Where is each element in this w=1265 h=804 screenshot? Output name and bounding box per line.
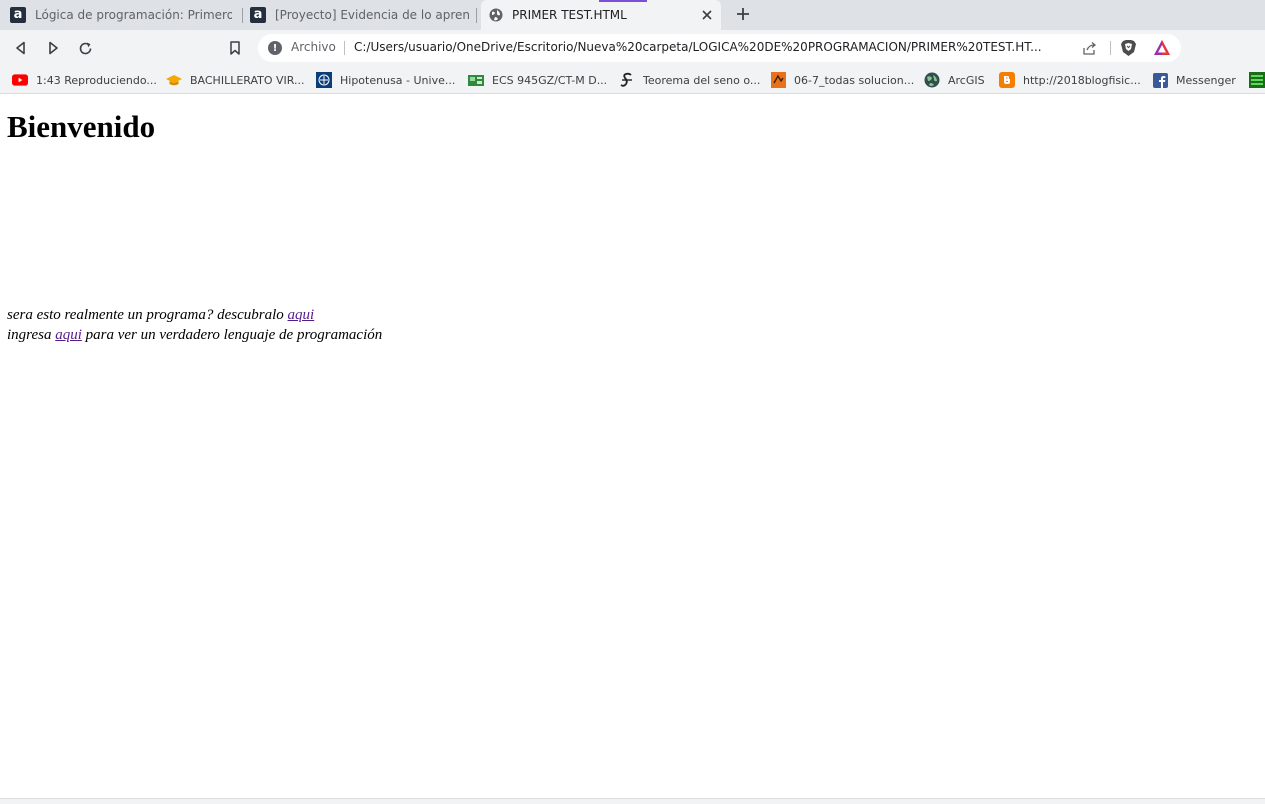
tab-media-indicator xyxy=(599,0,647,2)
text-line-1: sera esto realmente un programa? descubr… xyxy=(7,305,314,325)
bookmark-label: BACHILLERATO VIR... xyxy=(190,73,305,87)
url-text[interactable]: C:/Users/usuario/OneDrive/Escritorio/Nue… xyxy=(354,40,1072,54)
tab-separator xyxy=(476,8,477,23)
youtube-icon xyxy=(12,72,28,88)
blogger-icon xyxy=(999,72,1015,88)
tab-primer-test[interactable]: PRIMER TEST.HTML xyxy=(481,0,721,30)
motherboard-icon xyxy=(468,72,484,88)
bookmarks-bar: 1:43 Reproduciendo... BACHILLERATO VIR..… xyxy=(0,66,1265,94)
line2-after: para ver un verdadero lenguaje de progra… xyxy=(81,327,383,343)
new-tab-button[interactable] xyxy=(733,5,753,25)
share-icon[interactable] xyxy=(1082,40,1098,56)
page-heading: Bienvenido xyxy=(7,109,156,144)
facebook-icon xyxy=(1152,72,1168,88)
bookmark-hipotenusa[interactable]: Hipotenusa - Unive... xyxy=(316,72,455,88)
omnibox-separator xyxy=(344,41,345,55)
document-icon xyxy=(770,72,786,88)
line1-text: sera esto realmente un programa? descubr… xyxy=(7,307,288,323)
bookmark-youtube[interactable]: 1:43 Reproduciendo... xyxy=(12,72,157,88)
bookmark-icon xyxy=(230,41,240,55)
bookmark-ecs[interactable]: ECS 945GZ/CT-M D... xyxy=(468,72,607,88)
alura-a-icon: a xyxy=(250,7,266,23)
graduation-cap-icon xyxy=(166,72,182,88)
tab-label: Lógica de programación: Primeros pas xyxy=(35,8,232,22)
bookmark-button[interactable] xyxy=(225,38,245,58)
bookmark-label: 1:43 Reproduciendo... xyxy=(36,73,157,87)
reload-icon xyxy=(79,42,91,54)
omnibox-separator xyxy=(1110,41,1111,55)
forward-icon xyxy=(49,41,58,55)
alura-a-icon: a xyxy=(10,7,26,23)
bookmark-label: Hipotenusa - Unive... xyxy=(340,73,456,87)
plus-icon xyxy=(737,8,749,20)
tab-logica-programacion[interactable]: a Lógica de programación: Primeros pas xyxy=(2,0,240,30)
bookmark-arcgis[interactable]: ArcGIS xyxy=(924,72,985,88)
tab-proyecto-evidencia[interactable]: a [Proyecto] Evidencia de lo aprendido | xyxy=(242,0,478,30)
bookmark-blogfisica[interactable]: http://2018blogfisic... xyxy=(999,72,1141,88)
forward-button[interactable] xyxy=(43,38,63,58)
line2-before: ingresa xyxy=(7,327,56,343)
bookmark-bachillerato[interactable]: BACHILLERATO VIR... xyxy=(166,72,305,88)
tab-label: [Proyecto] Evidencia de lo aprendido | xyxy=(275,8,470,22)
back-button[interactable] xyxy=(11,38,31,58)
bookmark-label: Messenger xyxy=(1176,73,1236,87)
security-chip-label[interactable]: Archivo xyxy=(291,40,336,54)
browser-toolbar: ! Archivo C:/Users/usuario/OneDrive/Escr… xyxy=(0,30,1265,66)
address-bar[interactable]: ! Archivo C:/Users/usuario/OneDrive/Escr… xyxy=(258,34,1181,62)
text-line-2: ingresa aqui para ver un verdadero lengu… xyxy=(7,325,382,345)
bookmark-messenger[interactable]: Messenger xyxy=(1152,72,1236,88)
close-icon[interactable] xyxy=(699,7,715,23)
math-s-icon xyxy=(619,72,635,88)
reload-button[interactable] xyxy=(75,38,95,58)
bookmark-teorema[interactable]: Teorema del seno o... xyxy=(619,72,760,88)
bookmark-label: http://2018blogfisic... xyxy=(1023,73,1141,87)
bookmark-overflow[interactable] xyxy=(1249,72,1265,88)
bookmark-label: ArcGIS xyxy=(948,73,985,87)
bookmark-label: ECS 945GZ/CT-M D... xyxy=(492,73,608,87)
bookmark-06-7[interactable]: 06-7_todas solucion... xyxy=(770,72,914,88)
tab-label: PRIMER TEST.HTML xyxy=(512,8,627,22)
university-seal-icon xyxy=(316,72,332,88)
brave-shield-icon[interactable] xyxy=(1120,39,1137,57)
globe-icon xyxy=(489,8,503,22)
green-app-icon xyxy=(1249,72,1265,88)
window-bottom-edge xyxy=(0,798,1265,804)
bookmark-label: 06-7_todas solucion... xyxy=(794,73,915,87)
tab-strip: a Lógica de programación: Primeros pas a… xyxy=(0,0,1265,30)
info-icon[interactable]: ! xyxy=(268,41,282,55)
aqui-link-1[interactable]: aqui xyxy=(288,307,315,323)
globe-dark-icon xyxy=(924,72,940,88)
aqui-link-2[interactable]: aqui xyxy=(55,327,82,343)
back-icon xyxy=(16,41,25,55)
brave-rewards-icon[interactable] xyxy=(1153,39,1171,56)
bookmark-label: Teorema del seno o... xyxy=(643,73,761,87)
page-content: Bienvenido sera esto realmente un progra… xyxy=(0,98,1265,798)
